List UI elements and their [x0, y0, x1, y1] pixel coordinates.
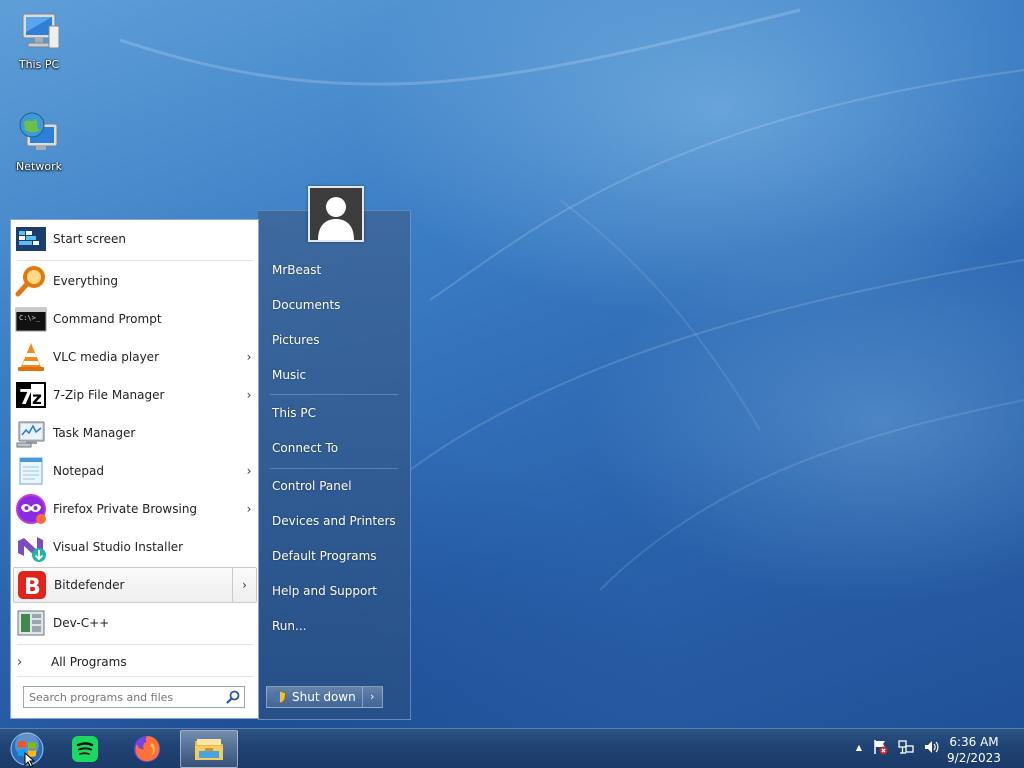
speaker-icon[interactable] [924, 739, 940, 755]
program-item-task-manager[interactable]: Task Manager [13, 415, 257, 451]
divider [270, 394, 398, 395]
search-input[interactable] [24, 690, 222, 704]
start-menu-programs-pane: Start screen Everything C:\>_ Command Pr… [10, 219, 259, 719]
program-item-bitdefender[interactable]: B Bitdefender › [13, 567, 257, 603]
user-avatar[interactable] [308, 186, 364, 242]
desktop-icon-network[interactable]: Network [4, 110, 74, 173]
start-link-control-panel[interactable]: Control Panel [272, 475, 352, 497]
program-item-everything[interactable]: Everything [13, 263, 257, 299]
program-item-command-prompt[interactable]: C:\>_ Command Prompt [13, 301, 257, 337]
task-manager-icon [15, 417, 47, 449]
firefox-icon [134, 736, 160, 762]
search-icon[interactable] [222, 687, 244, 707]
dev-cpp-icon [15, 607, 47, 639]
svg-text:C:\>_: C:\>_ [19, 314, 41, 322]
start-menu-right-pane [258, 210, 411, 720]
taskbar-app-spotify[interactable] [56, 730, 114, 768]
start-link-user-folder[interactable]: MrBeast [272, 259, 321, 281]
show-hidden-icons-button[interactable]: ▲ [856, 743, 862, 752]
vlc-cone-icon [15, 341, 47, 373]
clock-time: 6:36 AM [949, 735, 999, 749]
clock-date: 9/2/2023 [947, 751, 1001, 765]
program-label: Dev-C++ [53, 616, 110, 630]
program-label: Notepad [53, 464, 104, 478]
file-explorer-icon [195, 739, 223, 760]
shutdown-label: Shut down [292, 690, 356, 704]
start-link-pictures[interactable]: Pictures [272, 329, 320, 351]
start-link-music[interactable]: Music [272, 364, 306, 386]
system-clock[interactable]: 6:36 AM 9/2/2023 [944, 734, 1004, 766]
divider [17, 644, 253, 645]
program-label: Start screen [53, 232, 127, 246]
program-item-visual-studio-installer[interactable]: Visual Studio Installer [13, 529, 257, 565]
start-menu: Start screen Everything C:\>_ Command Pr… [8, 186, 411, 720]
svg-text:B: B [24, 575, 41, 600]
program-label: VLC media player [53, 350, 160, 364]
visual-studio-installer-icon [15, 531, 47, 563]
submenu-arrow[interactable]: › [241, 464, 257, 478]
program-label: Firefox Private Browsing [53, 502, 198, 516]
program-item-start-screen[interactable]: Start screen [13, 221, 257, 257]
all-programs-label: All Programs [51, 655, 127, 669]
shutdown-group: Shut down › [266, 686, 383, 708]
program-label: 7-Zip File Manager [53, 388, 165, 402]
search-box [23, 686, 245, 708]
command-prompt-icon: C:\>_ [15, 303, 47, 335]
program-item-notepad[interactable]: Notepad › [13, 453, 257, 489]
7zip-icon: 7z [15, 379, 47, 411]
program-label: Task Manager [53, 426, 136, 440]
program-item-vlc-media-player[interactable]: VLC media player › [13, 339, 257, 375]
program-label: Visual Studio Installer [53, 540, 184, 554]
start-link-default-programs[interactable]: Default Programs [272, 545, 377, 567]
svg-text:z: z [32, 389, 42, 409]
start-screen-icon [15, 223, 47, 255]
system-tray: ▲ [856, 739, 940, 755]
start-link-run[interactable]: Run... [272, 615, 306, 637]
uac-shield-icon [274, 690, 286, 704]
bitdefender-icon: B [16, 569, 48, 601]
desktop-icon-this-pc[interactable]: This PC [4, 8, 74, 71]
program-item-firefox-private-browsing[interactable]: Firefox Private Browsing › [13, 491, 257, 527]
mouse-cursor-icon [24, 752, 36, 768]
program-label: Everything [53, 274, 118, 288]
spotify-icon [72, 736, 98, 762]
start-link-this-pc[interactable]: This PC [272, 402, 316, 424]
magnifier-icon [15, 265, 47, 297]
desktop-icon-label: This PC [18, 58, 60, 71]
svg-text:7: 7 [19, 385, 33, 409]
submenu-arrow[interactable]: › [241, 502, 257, 516]
program-item-dev-cpp[interactable]: Dev-C++ [13, 605, 257, 641]
chevron-right-icon: › [17, 654, 23, 670]
submenu-arrow[interactable]: › [241, 388, 257, 402]
divider [17, 676, 253, 677]
program-item-7zip-file-manager[interactable]: 7z 7-Zip File Manager › [13, 377, 257, 413]
action-center-flag-icon[interactable] [872, 739, 888, 755]
desktop-icon-label: Network [16, 160, 62, 173]
submenu-arrow[interactable]: › [241, 350, 257, 364]
taskbar-app-firefox[interactable] [118, 730, 176, 768]
divider [270, 468, 398, 469]
all-programs-button[interactable]: › All Programs [17, 650, 253, 674]
taskbar-app-file-explorer[interactable] [180, 730, 238, 768]
program-label: Bitdefender [54, 578, 125, 592]
firefox-private-icon [15, 493, 47, 525]
taskbar: ▲ 6:36 AM 9/2/2023 [0, 728, 1024, 768]
shutdown-options-button[interactable]: › [362, 686, 383, 708]
shutdown-button[interactable]: Shut down [266, 686, 363, 708]
program-label: Command Prompt [53, 312, 162, 326]
user-silhouette-icon [310, 188, 362, 240]
start-link-help-and-support[interactable]: Help and Support [272, 580, 377, 602]
notepad-icon [15, 455, 47, 487]
computer-icon [15, 8, 63, 56]
divider [17, 260, 253, 261]
network-globe-icon [15, 110, 63, 158]
network-icon[interactable] [898, 739, 914, 755]
submenu-arrow[interactable]: › [232, 568, 256, 602]
start-link-documents[interactable]: Documents [272, 294, 340, 316]
start-link-devices-and-printers[interactable]: Devices and Printers [272, 510, 396, 532]
start-link-connect-to[interactable]: Connect To [272, 437, 338, 459]
